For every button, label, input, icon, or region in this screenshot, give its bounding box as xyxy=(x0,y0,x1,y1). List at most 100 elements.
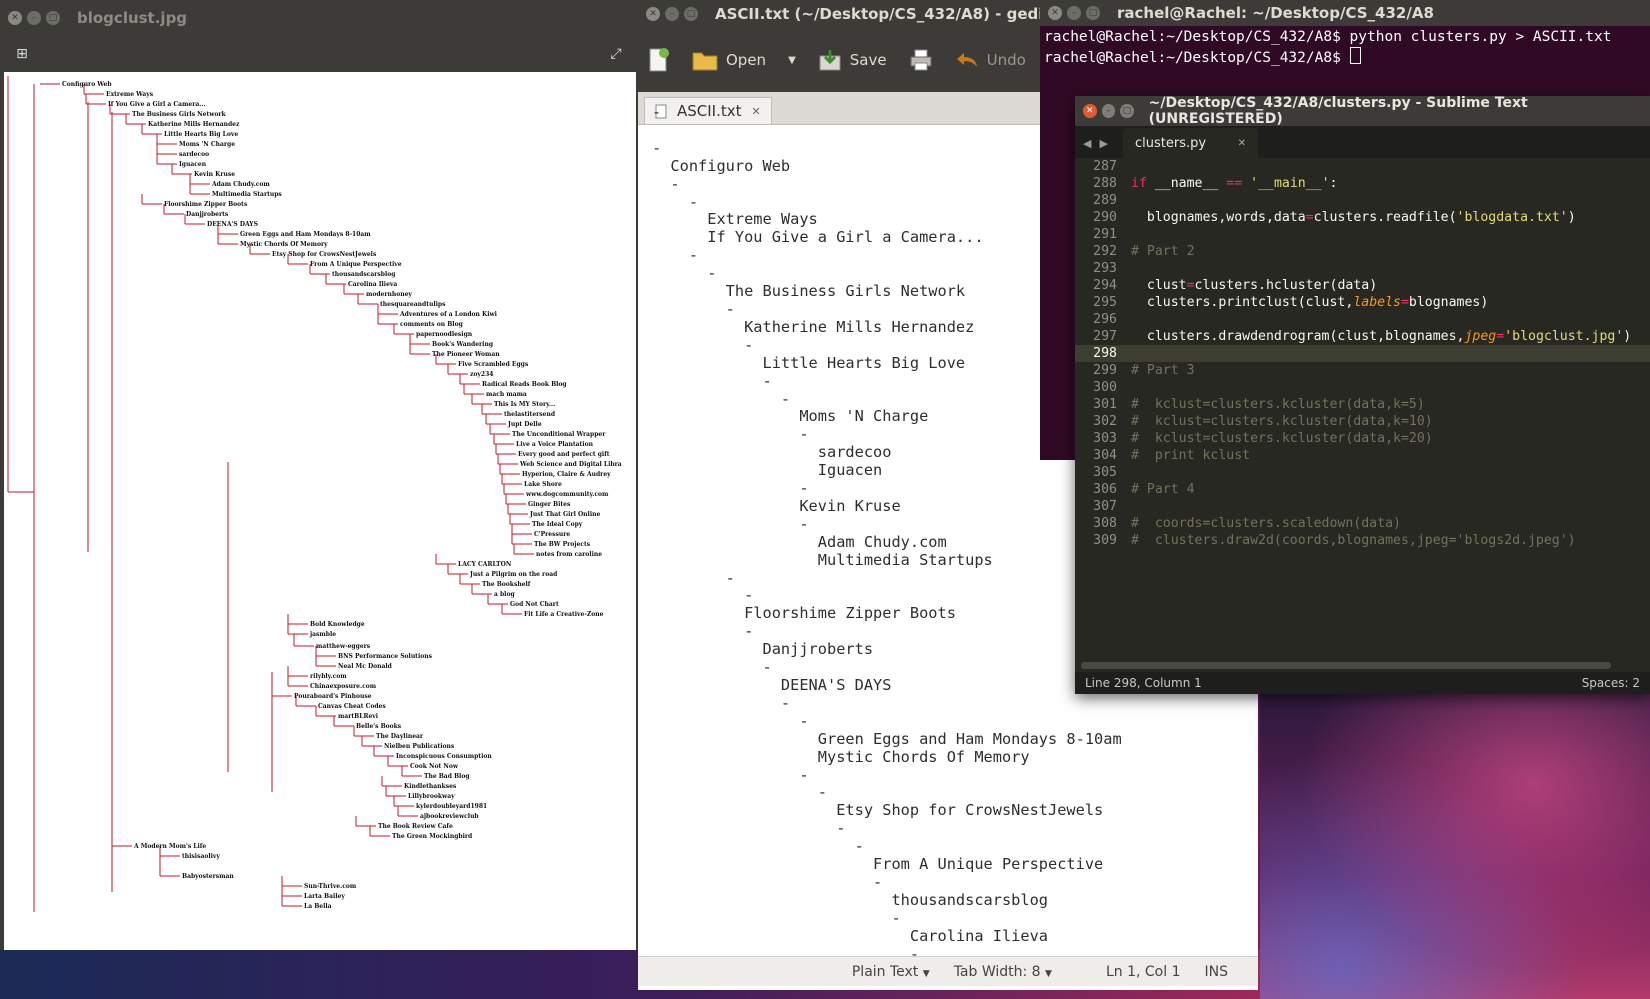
line-number: 307 xyxy=(1093,499,1117,514)
dendrogram-leaf-label: Floorshime Zipper Boots xyxy=(164,201,248,208)
minimize-icon[interactable]: – xyxy=(665,7,679,21)
chevron-down-icon: ▼ xyxy=(1045,968,1052,979)
save-button[interactable]: Save xyxy=(818,48,887,72)
dendrogram-leaf-label: Book's Wandering xyxy=(432,341,494,348)
gedit-statusbar: Plain Text ▼ Tab Width: 8 ▼ Ln 1, Col 1 … xyxy=(638,956,1258,986)
dendrogram-leaf-label: C'Pressure xyxy=(534,531,571,538)
text-line: - xyxy=(688,192,699,211)
chevron-down-icon: ▼ xyxy=(922,968,930,979)
dendrogram-leaf-label: Sun-Thrive.com xyxy=(304,883,357,890)
dendrogram-leaf-label: Pouraboard's Pinhouse xyxy=(294,693,372,700)
close-icon[interactable]: ✕ xyxy=(8,11,22,25)
chevron-right-icon[interactable]: ▶ xyxy=(1099,137,1107,150)
sublime-titlebar[interactable]: ✕ – □ ~/Desktop/CS_432/A8/clusters.py - … xyxy=(1075,95,1650,127)
maximize-icon[interactable]: □ xyxy=(684,7,698,21)
fullscreen-icon[interactable]: ⤢ xyxy=(608,46,624,62)
code-line: 293 xyxy=(1075,260,1650,277)
line-number: 291 xyxy=(1093,227,1117,242)
text-line: - xyxy=(762,658,772,677)
dendrogram-leaf-label: Radical Reads Book Blog xyxy=(482,381,567,388)
undo-button[interactable]: Undo xyxy=(955,50,1026,70)
dendrogram-leaf-label: Green Eggs and Ham Mondays 8-10am xyxy=(240,231,371,238)
text-line: - xyxy=(725,568,735,587)
dendrogram-leaf-label: martBLRevi xyxy=(338,713,379,720)
code-text: # print kclust xyxy=(1131,448,1251,463)
code-text: # kclust=clusters.kcluster(data,k=10) xyxy=(1131,414,1433,429)
dendrogram-leaf-label: Kevin Kruse xyxy=(194,171,236,178)
code-line: 291 xyxy=(1075,226,1650,243)
code-editor-area[interactable]: 287 288 if __name__ == '__main__': 289 290 b… xyxy=(1075,158,1650,658)
dendrogram-leaf-label: Danjjroberts xyxy=(186,211,229,218)
code-text: # coords=clusters.scaledown(data) xyxy=(1131,516,1401,531)
dendrogram-leaf-label: Iguacen xyxy=(179,161,207,168)
new-document-button[interactable] xyxy=(648,47,670,73)
image-viewer-titlebar[interactable]: ✕ – □ blogclust.jpg xyxy=(0,0,638,36)
minimize-icon[interactable]: – xyxy=(27,11,41,25)
close-icon[interactable]: ✕ xyxy=(1048,6,1062,20)
dendrogram-leaf-label: Fit Life a Creative-Zone xyxy=(524,611,604,618)
terminal-titlebar[interactable]: ✕ – □ rachel@Rachel: ~/Desktop/CS_432/A8 xyxy=(1040,0,1650,26)
maximize-icon[interactable]: □ xyxy=(46,11,60,25)
text-line: If You Give a Girl a Camera... xyxy=(707,228,984,247)
language-selector[interactable]: Plain Text ▼ xyxy=(852,964,930,980)
tab-label: clusters.py xyxy=(1135,135,1207,151)
dendrogram-leaf-label: matthew-eggers xyxy=(316,643,371,650)
close-icon[interactable]: ✕ xyxy=(646,7,660,21)
text-line: - xyxy=(891,908,901,927)
code-text: clust=clusters.hcluster(data) xyxy=(1131,278,1378,293)
folder-icon xyxy=(692,52,718,71)
dendrogram-leaf-label: Kindlethankses xyxy=(404,783,457,790)
line-number: 296 xyxy=(1093,312,1117,327)
dendrogram-leaf-label: Inconspicuous Consumption xyxy=(396,753,492,760)
text-line: - xyxy=(873,872,883,891)
dendrogram-leaf-label: Canvas Cheat Codes xyxy=(318,703,386,710)
terminal-output[interactable]: rachel@Rachel:~/Desktop/CS_432/A8$ pytho… xyxy=(1040,26,1650,69)
code-line: 296 xyxy=(1075,311,1650,328)
dendrogram-leaf-label: modernhoney xyxy=(366,291,412,298)
code-text: # clusters.draw2d(coords,blognames,jpeg=… xyxy=(1131,533,1576,548)
undo-button-label: Undo xyxy=(986,51,1026,69)
cursor-position: Line 298, Column 1 xyxy=(1085,676,1202,690)
minimize-icon[interactable]: – xyxy=(1101,104,1116,118)
code-text: # Part 3 xyxy=(1131,363,1195,378)
close-tab-icon[interactable]: ✕ xyxy=(1238,138,1246,149)
text-line: - xyxy=(707,264,717,283)
dendrogram-leaf-label: thesquareandtulips xyxy=(380,301,446,308)
indentation-setting[interactable]: Spaces: 2 xyxy=(1582,676,1640,690)
code-line: 307 xyxy=(1075,498,1650,515)
close-icon[interactable]: ✕ xyxy=(1083,104,1097,118)
text-line: - xyxy=(799,711,809,730)
text-line: DEENA'S DAYS xyxy=(780,676,892,694)
dendrogram-leaf-label: kylerdoubleyard1981 xyxy=(416,803,488,810)
tab-width-selector[interactable]: Tab Width: 8 ▼ xyxy=(954,964,1052,980)
dendrogram-leaf-label: LACY CARLTON xyxy=(458,561,512,568)
sublime-tabbar: ◀ ▶ clusters.py ✕ xyxy=(1075,126,1650,158)
dendrogram-leaf-label: Larta Bailey xyxy=(304,893,345,900)
text-line: - xyxy=(688,246,699,265)
code-line: 302 # kclust=clusters.kcluster(data,k=10) xyxy=(1075,413,1650,430)
dendrogram-leaf-label: sardecoo xyxy=(179,151,210,158)
maximize-icon[interactable]: □ xyxy=(1120,104,1134,118)
code-line: 300 xyxy=(1075,379,1650,396)
dendrogram-leaf-label: DEENA'S DAYS xyxy=(207,221,258,228)
dendrogram-leaf-label: Chinaexposure.com xyxy=(310,683,377,690)
text-line: Kevin Kruse xyxy=(799,496,901,515)
code-line: 295 clusters.printclust(clust,labels=blo… xyxy=(1075,294,1650,311)
maximize-icon[interactable]: □ xyxy=(1086,6,1100,20)
code-line: 290 blognames,words,data=clusters.readfi… xyxy=(1075,209,1650,226)
terminal-command-line: rachel@Rachel:~/Desktop/CS_432/A8$ pytho… xyxy=(1044,29,1612,45)
gallery-toggle-icon[interactable]: ⊞ xyxy=(14,46,30,62)
tab-clusters-py[interactable]: clusters.py ✕ xyxy=(1123,128,1258,158)
open-button[interactable]: Open xyxy=(692,49,766,71)
text-line: Danjjroberts xyxy=(762,640,874,659)
dendrogram-leaf-label: Just a Pilgrim on the road xyxy=(470,571,558,578)
line-number: 297 xyxy=(1093,329,1117,344)
print-button[interactable] xyxy=(909,49,933,71)
dendrogram-leaf-label: Hyperion, Claire & Audrey xyxy=(522,471,611,478)
chevron-left-icon[interactable]: ◀ xyxy=(1083,137,1091,150)
minimize-icon[interactable]: – xyxy=(1067,6,1081,20)
horizontal-scrollbar[interactable] xyxy=(1081,662,1611,669)
dendrogram-leaf-label: The Unconditional Wrapper xyxy=(512,431,606,438)
dendrogram-leaf-label: Live a Voice Plantation xyxy=(516,441,593,448)
open-dropdown-button[interactable]: ▼ xyxy=(788,55,796,66)
